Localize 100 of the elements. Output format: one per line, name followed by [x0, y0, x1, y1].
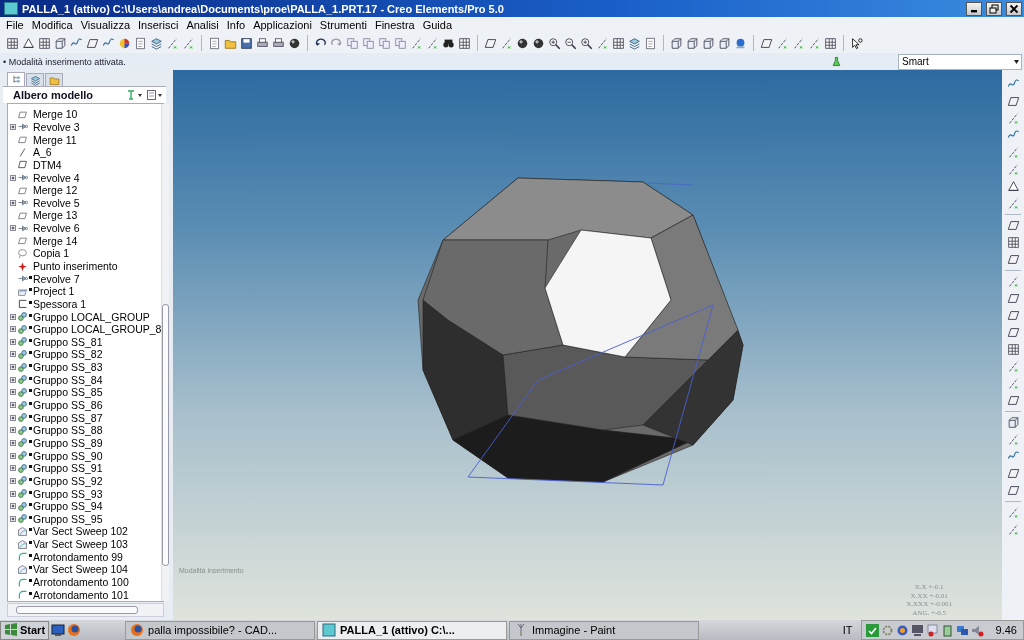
tree-item[interactable]: Merge 13 [8, 209, 162, 222]
tree-item[interactable]: Gruppo SS_83 [8, 360, 162, 374]
start-button[interactable]: Start [0, 620, 50, 640]
tree-item[interactable]: Var Sect Sweep 103 [8, 537, 162, 551]
menu-item[interactable]: Visualizza [76, 19, 135, 31]
expand-icon[interactable] [10, 199, 16, 206]
headset-icon[interactable] [895, 623, 909, 637]
group-icon [17, 399, 28, 411]
clock[interactable]: 9.46 [995, 624, 1017, 636]
tree-item[interactable]: Gruppo SS_86 [8, 398, 162, 412]
tree-item[interactable]: Gruppo SS_87 [8, 411, 162, 424]
menu-item[interactable]: Applicazioni [249, 19, 316, 31]
axis-icon [17, 146, 28, 158]
tree-item[interactable]: Gruppo SS_95 [8, 512, 162, 526]
tree-item[interactable]: Merge 10 [8, 108, 162, 121]
expand-icon[interactable] [10, 326, 16, 333]
tree-item[interactable]: Gruppo SS_93 [8, 487, 162, 500]
tree-item[interactable]: Gruppo SS_85 [8, 386, 162, 399]
tree-item[interactable]: Merge 12 [8, 183, 162, 197]
menu-item[interactable]: Modifica [27, 19, 77, 31]
language-indicator[interactable]: IT [842, 624, 853, 636]
expand-icon[interactable] [10, 490, 16, 497]
expand-icon[interactable] [10, 338, 16, 345]
close-button[interactable] [1006, 1, 1022, 16]
tree-item[interactable]: Gruppo SS_94 [8, 499, 162, 513]
tree-item[interactable]: Gruppo SS_84 [8, 373, 162, 387]
tree-item[interactable]: Gruppo SS_81 [8, 335, 162, 349]
expand-icon[interactable] [10, 389, 16, 396]
expand-icon[interactable] [10, 313, 16, 320]
grid-icon [1006, 236, 1020, 249]
monitor-icon[interactable] [910, 623, 924, 637]
tree-item[interactable]: Gruppo SS_89 [8, 436, 162, 450]
tree-item[interactable]: Copia 1 [8, 247, 162, 260]
scrollbar[interactable] [7, 603, 164, 617]
blocked-icon[interactable] [925, 623, 939, 637]
taskbar-button[interactable]: PALLA_1 (attivo) C:\... [317, 620, 508, 640]
tree-item[interactable]: Arrotondamento 101 [8, 588, 162, 601]
layers-icon [150, 36, 163, 50]
tree-item[interactable]: Gruppo LOCAL_GROUP_8 [8, 322, 162, 336]
taskbar-button[interactable]: palla impossibile? - CAD... [125, 620, 316, 640]
menu-item[interactable]: Finestra [370, 19, 419, 31]
tree-item[interactable]: Gruppo SS_92 [8, 474, 162, 488]
check-icon[interactable] [865, 623, 879, 637]
tree-item[interactable]: Gruppo LOCAL_GROUP [8, 310, 162, 323]
sphere-icon [516, 36, 529, 50]
tree-item[interactable]: Arrotondamento 100 [8, 575, 162, 589]
menu-item[interactable]: Inserisci [134, 19, 183, 31]
expand-icon[interactable] [10, 465, 16, 472]
tree-item[interactable]: Merge 14 [8, 234, 162, 248]
expand-icon[interactable] [10, 477, 16, 484]
tree-item[interactable]: Gruppo SS_88 [8, 424, 162, 437]
tree-item[interactable]: Revolve 6 [8, 221, 162, 235]
tree-item[interactable]: Var Sect Sweep 104 [8, 563, 162, 576]
restore-button[interactable] [986, 1, 1002, 16]
tree-item[interactable]: DTM4 [8, 158, 162, 172]
tree-item[interactable]: A_6 [8, 145, 162, 159]
tree-item[interactable]: Spessora 1 [8, 297, 162, 311]
tree-item[interactable]: Merge 11 [8, 133, 162, 146]
tree-item[interactable]: Arrotondamento 99 [8, 550, 162, 564]
minimize-button[interactable] [966, 1, 982, 16]
globe-icon[interactable] [67, 623, 82, 637]
expand-icon[interactable] [10, 351, 16, 358]
tree-item-label: Var Sect Sweep 102 [33, 525, 128, 538]
expand-icon[interactable] [10, 452, 16, 459]
expand-icon[interactable] [10, 439, 16, 446]
panel-tab[interactable] [26, 73, 44, 86]
expand-icon[interactable] [10, 376, 16, 383]
tree-item[interactable]: Revolve 3 [8, 120, 162, 134]
menu-item[interactable]: Info [222, 19, 250, 31]
filter-dropdown[interactable]: Smart [898, 53, 1022, 70]
speaker-muted-icon[interactable] [970, 623, 984, 637]
menu-item[interactable]: File [2, 19, 28, 31]
desktop-icon[interactable] [51, 623, 66, 637]
expand-icon[interactable] [10, 427, 16, 434]
scrollbar[interactable] [161, 104, 170, 601]
menu-item[interactable]: Analisi [182, 19, 223, 31]
expand-icon[interactable] [10, 503, 16, 510]
expand-icon[interactable] [10, 414, 16, 421]
tree-item[interactable]: Revolve 4 [8, 171, 162, 184]
expand-icon[interactable] [10, 364, 16, 371]
group-icon [17, 323, 28, 335]
tree-item[interactable]: Revolve 7 [8, 272, 162, 285]
expand-icon[interactable] [10, 174, 16, 181]
taskbar-button[interactable]: Immagine - Paint [509, 620, 700, 640]
tree-item-label: Copia 1 [33, 247, 70, 260]
tree-item[interactable]: Gruppo SS_82 [8, 348, 162, 361]
network-icon[interactable] [955, 623, 969, 637]
expand-icon[interactable] [10, 225, 16, 232]
tree-item[interactable]: Project 1 [8, 284, 162, 298]
menu-item[interactable]: Strumenti [315, 19, 371, 31]
tree-item[interactable]: Revolve 5 [8, 196, 162, 210]
expand-icon[interactable] [10, 123, 16, 130]
tree-item[interactable]: Gruppo SS_91 [8, 461, 162, 475]
expand-icon[interactable] [10, 515, 16, 522]
tree-item[interactable]: Var Sect Sweep 102 [8, 525, 162, 538]
tree-item[interactable]: Punto inserimento [8, 259, 162, 273]
menu-item[interactable]: Guida [418, 19, 457, 31]
expand-icon[interactable] [10, 402, 16, 409]
flask-icon[interactable] [831, 55, 842, 68]
tree-item[interactable]: Gruppo SS_90 [8, 449, 162, 462]
